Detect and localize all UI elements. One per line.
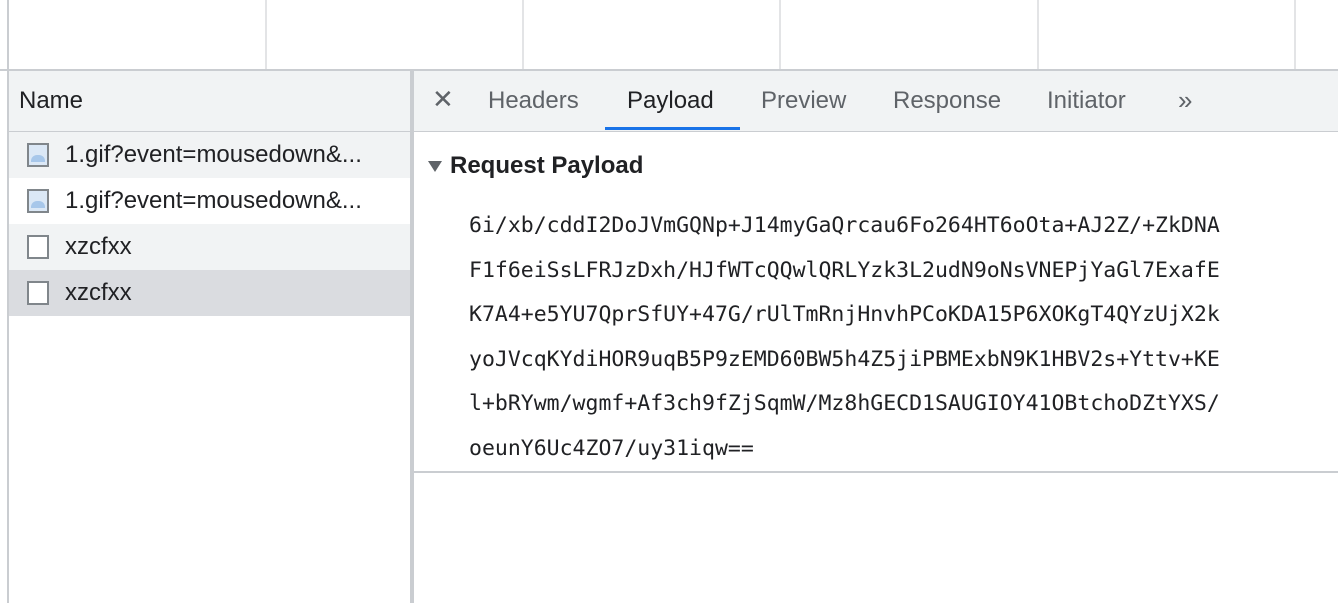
section-title: Request Payload bbox=[450, 152, 644, 179]
request-name: 1.gif?event=mousedown&... bbox=[65, 187, 362, 214]
request-name: xzcfxx bbox=[65, 279, 132, 306]
active-tab-indicator bbox=[605, 127, 740, 130]
timeline-gridline bbox=[522, 0, 524, 69]
payload-line: yoJVcqKYdiHOR9uqB5P9zEMD60BW5h4Z5jiPBMEx… bbox=[469, 346, 1220, 372]
document-icon bbox=[27, 235, 49, 259]
tab-headers[interactable]: Headers bbox=[488, 87, 579, 115]
name-column-label: Name bbox=[19, 87, 84, 114]
timeline-gridline bbox=[265, 0, 267, 69]
request-row[interactable]: 1.gif?event=mousedown&... bbox=[9, 178, 410, 224]
request-row-selected[interactable]: xzcfxx bbox=[9, 270, 410, 316]
document-icon bbox=[27, 281, 49, 305]
tab-payload[interactable]: Payload bbox=[627, 87, 714, 115]
request-name: xzcfxx bbox=[65, 233, 132, 260]
expand-triangle-icon bbox=[428, 160, 442, 172]
tab-response[interactable]: Response bbox=[893, 87, 1001, 115]
payload-body: 6i/xb/cddI2DoJVmGQNp+J14myGaQrcau6Fo264H… bbox=[469, 204, 1319, 471]
timeline-left-border bbox=[7, 0, 9, 71]
tab-initiator[interactable]: Initiator bbox=[1047, 87, 1126, 115]
details-tab-bar: ✕ Headers Payload Preview Response Initi… bbox=[414, 71, 1338, 132]
request-name: 1.gif?event=mousedown&... bbox=[65, 141, 362, 168]
more-tabs-chevron-icon[interactable]: » bbox=[1178, 85, 1192, 116]
payload-line: oeunY6Uc4ZO7/uy31iqw== bbox=[469, 435, 754, 461]
image-file-icon bbox=[27, 143, 49, 167]
request-list: Name 1.gif?event=mousedown&... 1.gif?eve… bbox=[9, 71, 410, 603]
request-details-panel: ✕ Headers Payload Preview Response Initi… bbox=[414, 71, 1338, 603]
payload-line: 6i/xb/cddI2DoJVmGQNp+J14myGaQrcau6Fo264H… bbox=[469, 213, 1220, 238]
tab-preview[interactable]: Preview bbox=[761, 87, 846, 115]
request-row[interactable]: xzcfxx bbox=[9, 224, 410, 270]
image-file-icon bbox=[27, 189, 49, 213]
payload-line: K7A4+e5YU7QprSfUY+47G/rUlTmRnjHnvhPCoKDA… bbox=[469, 302, 1220, 327]
timeline-gridline bbox=[1037, 0, 1039, 69]
request-row[interactable]: 1.gif?event=mousedown&... bbox=[9, 132, 410, 178]
close-icon[interactable]: ✕ bbox=[432, 84, 454, 115]
timeline-gridline bbox=[779, 0, 781, 69]
request-payload-toggle[interactable]: Request Payload bbox=[428, 152, 643, 180]
timeline-gridline bbox=[1294, 0, 1296, 69]
payload-line: F1f6eiSsLFRJzDxh/HJfWTcQQwlQRLYzk3L2udN9… bbox=[469, 257, 1220, 283]
network-timeline-overview[interactable] bbox=[0, 0, 1338, 71]
name-column-header[interactable]: Name bbox=[9, 71, 410, 132]
payload-line: l+bRYwm/wgmf+Af3ch9fZjSqmW/Mz8hGECD1SAUG… bbox=[469, 391, 1220, 416]
devtools-network-panel: Name 1.gif?event=mousedown&... 1.gif?eve… bbox=[0, 0, 1338, 603]
request-payload-section: Request Payload 6i/xb/cddI2DoJVmGQNp+J14… bbox=[414, 132, 1338, 473]
